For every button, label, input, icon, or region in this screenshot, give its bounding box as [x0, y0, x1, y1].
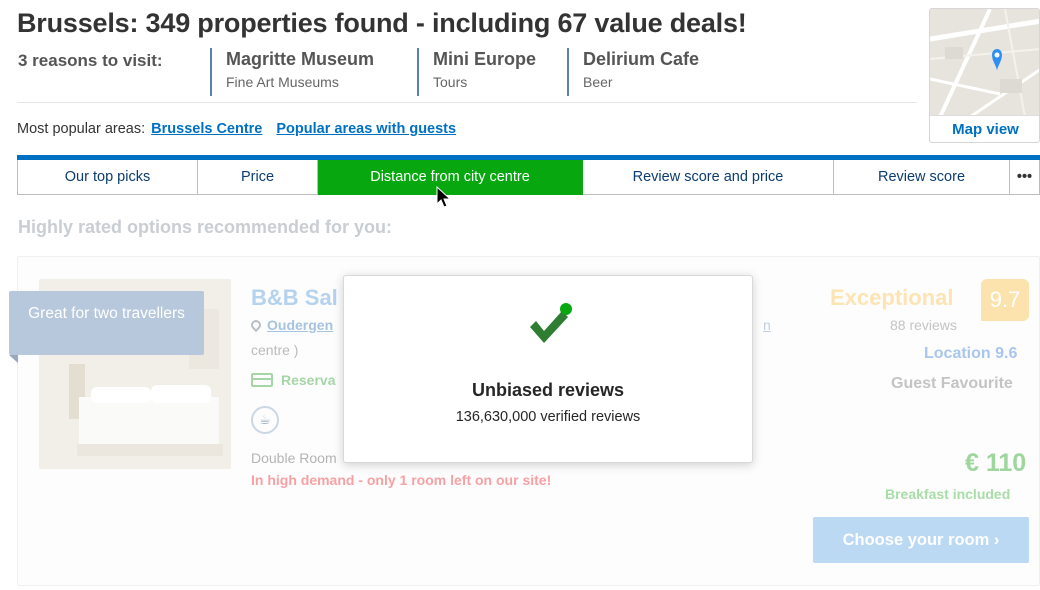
price: € 110	[965, 449, 1027, 477]
reasons-label: 3 reasons to visit:	[18, 51, 163, 70]
mouse-cursor-icon	[436, 186, 452, 208]
breakfast-included: Breakfast included	[885, 486, 1011, 502]
header-divider	[17, 102, 917, 103]
rating-score-badge: 9.7	[981, 279, 1029, 321]
checkmark-icon	[530, 303, 572, 343]
area-link-brussels-centre[interactable]: Brussels Centre	[151, 121, 262, 137]
sort-tab-price[interactable]: Price	[198, 160, 318, 195]
map-view-button[interactable]: Map view	[930, 115, 1039, 142]
guest-favourite-label: Guest Favourite	[891, 375, 1013, 392]
reason-title: Delirium Cafe	[583, 49, 700, 69]
popup-title: Unbiased reviews	[471, 380, 625, 400]
map-thumbnail[interactable]: Map view	[929, 8, 1040, 143]
room-type: Double Room	[251, 450, 337, 466]
choose-room-button[interactable]: Choose your room ›	[813, 517, 1029, 563]
sort-tab-more[interactable]: •••	[1010, 160, 1040, 195]
hotel-address-link[interactable]: Oudergen	[267, 317, 333, 333]
page-title: Brussels: 349 properties found - includi…	[17, 8, 747, 38]
review-count: 88 reviews	[890, 317, 957, 333]
ribbon-great-for-two: Great for two travellers	[9, 291, 204, 355]
popup-subtitle: 136,630,000 verified reviews	[455, 409, 641, 425]
reason-subtitle: Fine Art Museums	[226, 74, 339, 90]
section-heading: Highly rated options recommended for you…	[18, 217, 393, 237]
reason-magritte-museum[interactable]: Magritte Museum Fine Art Museums	[210, 48, 374, 96]
sort-tab-review-score-price[interactable]: Review score and price	[583, 160, 834, 195]
unbiased-reviews-popup: Unbiased reviews 136,630,000 verified re…	[343, 275, 753, 463]
popular-areas: Most popular areas: Brussels Centre Popula…	[17, 121, 456, 137]
location-pin-icon	[248, 317, 264, 333]
popular-areas-label: Most popular areas:	[17, 121, 146, 137]
reason-delirium-cafe[interactable]: Delirium Cafe Beer	[567, 48, 699, 96]
sort-tab-review-score[interactable]: Review score	[834, 160, 1010, 195]
reasons-to-visit: 3 reasons to visit: Magritte Museum Fine…	[18, 48, 918, 98]
hotel-address-trailing[interactable]: n	[763, 317, 771, 333]
reason-subtitle: Tours	[433, 74, 468, 90]
hotel-name[interactable]: B&B Sal	[251, 285, 338, 311]
reason-title: Magritte Museum	[226, 49, 375, 69]
ribbon-fold	[9, 355, 18, 363]
hotel-address-line-2: centre )	[251, 342, 299, 358]
reason-mini-europe[interactable]: Mini Europe Tours	[417, 48, 536, 96]
location-score: Location 9.6	[924, 345, 1018, 362]
reservation-text: Reserva	[281, 372, 336, 388]
reason-title: Mini Europe	[433, 49, 536, 69]
rating-word: Exceptional	[830, 285, 954, 310]
hotel-address[interactable]: Oudergen	[248, 317, 333, 333]
credit-card-icon	[251, 373, 273, 387]
reason-subtitle: Beer	[583, 74, 613, 90]
sort-tab-top-picks[interactable]: Our top picks	[17, 160, 198, 195]
area-link-popular-with-guests[interactable]: Popular areas with guests	[276, 121, 456, 137]
map-image	[930, 9, 1039, 117]
reservation-info: Reserva	[251, 372, 336, 388]
demand-notice: In high demand - only 1 room left on our…	[251, 472, 552, 488]
sort-bar: Our top picks Price Distance from city c…	[17, 155, 1040, 195]
coffee-cup-icon: ☕	[251, 406, 279, 434]
